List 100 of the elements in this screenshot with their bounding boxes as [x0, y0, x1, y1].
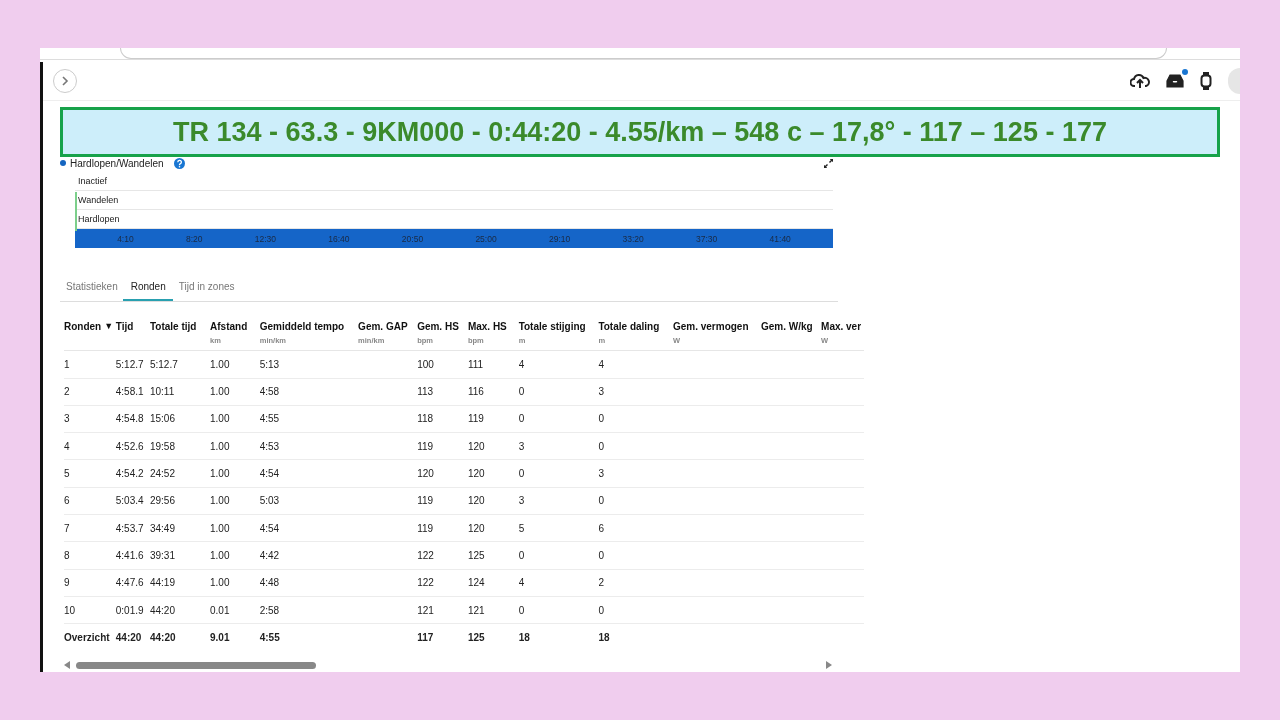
table-cell: 0	[518, 405, 599, 433]
column-header: Max. HS	[467, 321, 507, 333]
legend-label: Hardlopen/Wandelen	[70, 157, 164, 169]
table-cell: 4:55	[259, 623, 359, 651]
table-cell: 120	[417, 459, 468, 488]
table-cell: 4:41.6	[115, 541, 150, 570]
table-cell: 1.00	[210, 378, 260, 406]
column-header: Afstand	[210, 321, 248, 333]
table-cell: 19:58	[149, 432, 210, 460]
help-icon[interactable]	[173, 157, 185, 169]
table-cell: 44:20	[149, 623, 210, 651]
table-cell: 0	[598, 432, 673, 460]
table-cell: 121	[417, 596, 468, 624]
table-cell: 44:20	[149, 596, 210, 624]
table-cell: 120	[467, 487, 519, 515]
table-cell: 4	[598, 350, 673, 379]
table-cell: 1.00	[210, 432, 260, 460]
table-cell: 1.00	[210, 514, 260, 542]
column-header: Gemiddeld tempo	[259, 321, 345, 333]
axis-tick-label: 33:20	[622, 233, 644, 244]
tab[interactable]: Tijd in zones	[170, 279, 242, 302]
table-cell: 5	[64, 459, 116, 488]
column-header: Totale stijging	[518, 321, 586, 333]
tab[interactable]: Ronden	[122, 279, 173, 302]
table-cell: 1	[64, 350, 116, 379]
cloud-upload-icon[interactable]	[1130, 72, 1150, 91]
tab[interactable]: Statistieken	[58, 279, 125, 302]
table-cell: 1.00	[210, 405, 260, 433]
table-cell: 39:31	[149, 541, 210, 570]
axis-tick-label: 20:50	[401, 233, 424, 244]
table-cell: 44:20	[115, 623, 150, 651]
banner-text: TR 134 - 63.3 - 9KM000 - 0:44:20 - 4.55/km – 548 c – 17,8° - 117 – 125 - 177	[60, 107, 1220, 158]
table-cell: 1.00	[210, 541, 260, 570]
table-cell: 5	[518, 514, 599, 542]
expand-sidebar-button[interactable]	[53, 69, 77, 94]
axis-tick-label: 37:30	[696, 233, 718, 244]
axis-tick-label: 41:40	[769, 233, 791, 244]
column-header: Tijd	[115, 321, 134, 333]
table-cell: 111	[467, 350, 519, 379]
table-cell: 5:13	[259, 350, 359, 379]
table-cell: 4:58.1	[115, 378, 150, 406]
axis-tick-label: 8:20	[185, 233, 203, 244]
table-cell: 3	[64, 405, 116, 433]
watch-icon[interactable]	[1200, 71, 1212, 92]
table-cell: 2	[598, 569, 673, 597]
table-cell: 119	[417, 487, 468, 515]
table-cell: 1.00	[210, 569, 260, 597]
table-cell: 4:55	[259, 405, 359, 433]
table-cell: 0	[598, 596, 673, 624]
table-cell: 7	[64, 514, 116, 542]
table-cell: 5:03	[259, 487, 359, 515]
table-cell: 125	[467, 623, 519, 651]
table-cell: 3	[598, 378, 673, 406]
table-cell: 5:12.7	[149, 350, 210, 379]
table-cell: 34:49	[149, 514, 210, 542]
column-header: Max. ver	[821, 321, 862, 333]
table-cell: 124	[467, 569, 519, 597]
table-cell: 10:11	[149, 378, 210, 406]
table-cell: 15:06	[149, 405, 210, 433]
axis-tick-label: 4:10	[117, 233, 134, 244]
table-cell: 3	[598, 459, 673, 488]
table-cell: 4:42	[259, 541, 359, 570]
table-cell: 1.00	[210, 459, 260, 488]
scroll-left-icon[interactable]	[64, 661, 70, 669]
column-header: Gem. HS	[417, 321, 459, 333]
table-cell: 4:48	[259, 569, 359, 597]
axis-tick-label: 12:30	[254, 233, 277, 244]
table-cell: 121	[467, 596, 519, 624]
table-cell: 5:03.4	[115, 487, 150, 515]
lane-label: Wandelen	[77, 195, 119, 206]
table-cell: 0	[598, 541, 673, 570]
table-cell: 4:54	[259, 514, 359, 542]
table-cell: 118	[417, 405, 468, 433]
table-cell: 3	[518, 487, 599, 515]
table-cell: 4:58	[259, 378, 359, 406]
table-cell: 122	[417, 569, 468, 597]
table-cell: 29:56	[149, 487, 210, 515]
table-cell: 0.01	[210, 596, 260, 624]
table-cell: 0	[518, 541, 599, 570]
table-cell: 4:53	[259, 432, 359, 460]
sort-indicator[interactable]: ▼	[104, 321, 114, 333]
table-cell: 9.01	[210, 623, 260, 651]
table-cell: 120	[467, 514, 519, 542]
scroll-right-icon[interactable]	[826, 661, 832, 669]
table-cell: 1.00	[210, 487, 260, 515]
inbox-icon[interactable]	[1166, 73, 1184, 90]
table-cell: 125	[467, 541, 519, 570]
table-cell: 24:52	[149, 459, 210, 488]
table-cell: 10	[64, 596, 116, 624]
table-cell: 6	[598, 514, 673, 542]
table-cell: 0	[598, 405, 673, 433]
axis-tick-label: 25:00	[475, 233, 497, 244]
table-cell: 4:53.7	[115, 514, 150, 542]
table-cell: 4:47.6	[115, 569, 150, 597]
start-marker	[75, 192, 77, 232]
table-cell: 18	[598, 623, 673, 651]
table-cell: 2:58	[259, 596, 359, 624]
chevron-right-icon	[60, 75, 70, 88]
legend-dot	[60, 160, 66, 167]
fullscreen-icon[interactable]	[824, 158, 833, 168]
